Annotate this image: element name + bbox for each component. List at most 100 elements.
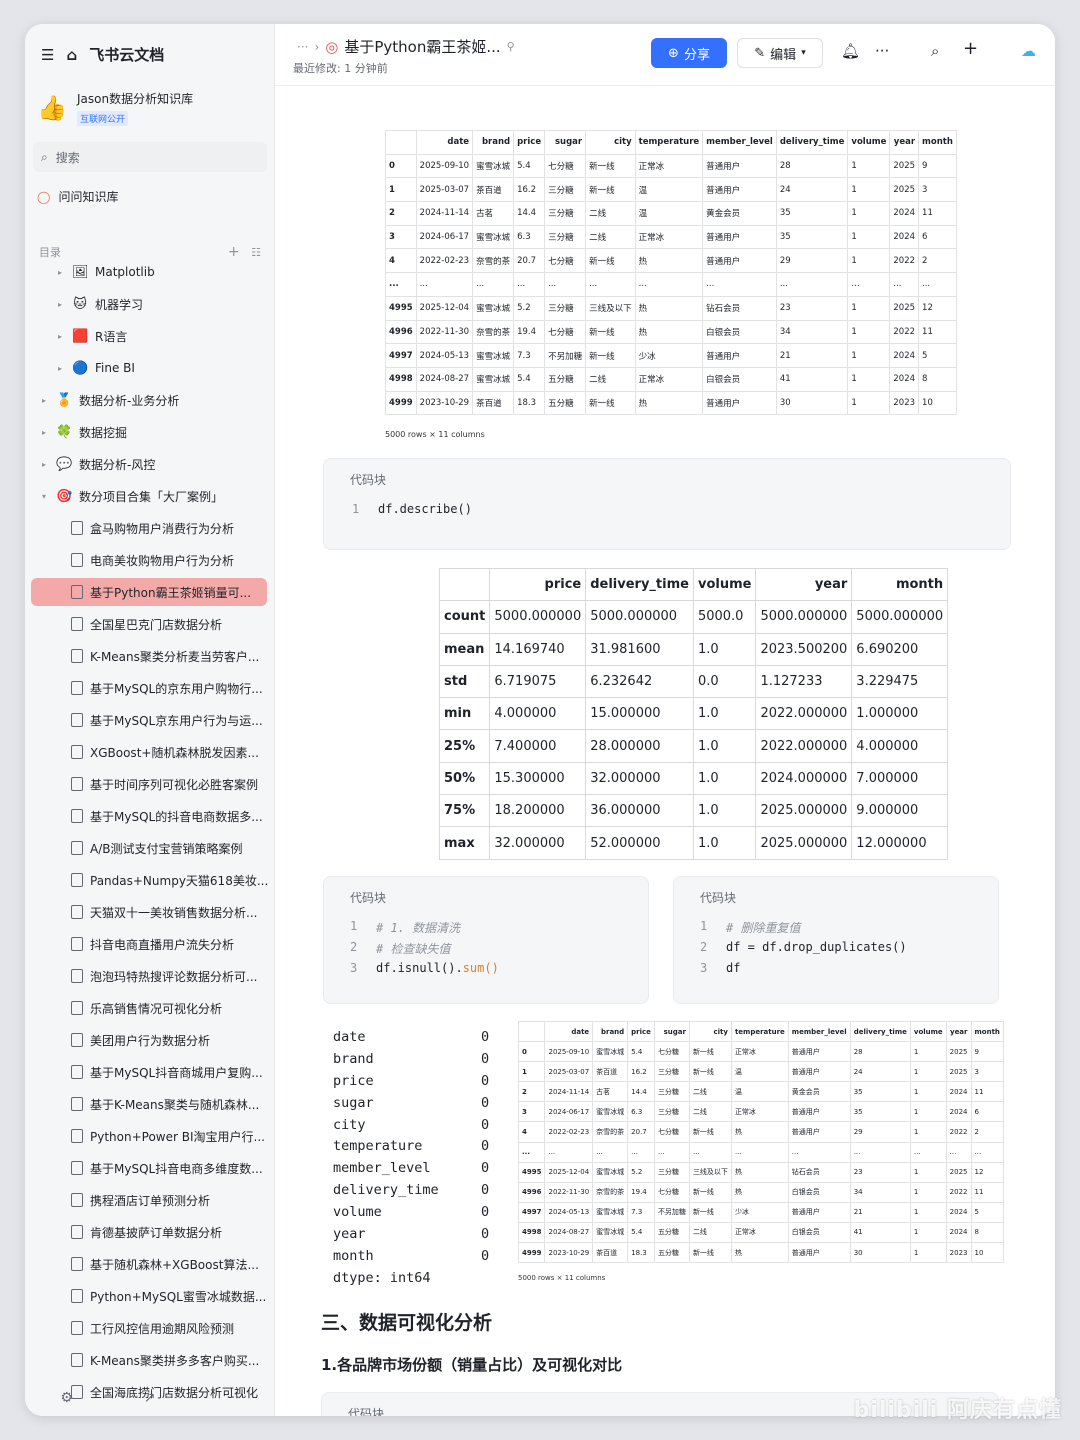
table-cell: 新一线 [688, 1242, 732, 1264]
table-cell: 3 [918, 177, 957, 203]
ask-knowledge-base[interactable]: ◯ 问问知识库 [37, 188, 118, 205]
sidebar-item[interactable]: 基于MySQL京东用户行为与运... [71, 706, 275, 734]
breadcrumb-more-icon[interactable]: ··· [297, 40, 308, 54]
sidebar-item[interactable]: XGBoost+随机森林脱发因素... [71, 738, 275, 766]
sidebar-item[interactable]: K-Means聚类拼多多客户购买... [71, 1346, 275, 1374]
table-cell: 普通用户 [702, 248, 777, 274]
table-cell: 古茗 [592, 1081, 629, 1103]
sidebar-item[interactable]: 基于Python霸王茶姬销量可... [31, 578, 267, 606]
sidebar-item[interactable]: ▸ 🖼 Matplotlib [55, 258, 275, 286]
sidebar-item[interactable]: ▸ 🍀 数据挖掘 [39, 418, 275, 446]
line-number: 3 [700, 961, 708, 975]
sidebar-item[interactable]: 基于时间序列可视化必胜客案例 [71, 770, 275, 798]
share-button[interactable]: ⊕ 分享 [651, 38, 727, 68]
edit-button[interactable]: ✎ 编辑 ▾ [737, 38, 823, 68]
sidebar-item[interactable]: 乐高销售情况可视化分析 [71, 994, 275, 1022]
sidebar-item[interactable]: 天猫双十一美妆销售数据分析... [71, 898, 275, 926]
table-row: 4999 2023-10-29 茶百道 18.3 五分糖 新一线热普通用户 30 1 2023 1… [517, 1242, 1004, 1264]
share-out-icon[interactable]: ↗ [144, 1390, 156, 1406]
settings-icon[interactable]: ⚙ [60, 1390, 73, 1406]
document-icon [71, 969, 83, 983]
table-header-row: date brand price sugar city temperature member… [517, 1020, 1004, 1043]
sidebar-item[interactable]: 基于MySQL的京东用户购物行... [71, 674, 275, 702]
doc-title[interactable]: 基于Python霸王茶姬... [344, 36, 500, 57]
table-cell: 温 [730, 1061, 789, 1083]
sidebar-item[interactable]: 基于MySQL抖音商城用户复购... [71, 1058, 275, 1086]
table-cell: 35 [775, 224, 849, 250]
globe-icon: ⊕ [668, 45, 679, 61]
collapsed-arrow-icon[interactable]: ▸ [39, 460, 49, 469]
table-cell: 14.169740 [489, 632, 587, 666]
table-cell: 白银会员 [702, 366, 777, 392]
sidebar-item[interactable]: ▸ 🏅 数据分析-业务分析 [39, 386, 275, 414]
cloud-icon[interactable]: ☁ [1021, 42, 1036, 60]
output-value: 0 [481, 1138, 490, 1155]
table-cell: 2024 [945, 1221, 972, 1244]
sidebar-item[interactable]: 基于随机森林+XGBoost算法... [71, 1250, 275, 1278]
table-cell: ... [702, 272, 777, 297]
sidebar-item[interactable]: ▸ 🟥 R语言 [55, 322, 275, 350]
expanded-arrow-icon[interactable]: ▾ [39, 492, 49, 501]
table-cell: 钻石会员 [787, 1161, 851, 1183]
sidebar-item[interactable]: 全国星巴克门店数据分析 [71, 610, 275, 638]
code-block-isnull[interactable]: 代码块 1 # 1. 数据清洗 2 # 检查缺失值 3 df.isnull().… [323, 876, 649, 1004]
collapsed-arrow-icon[interactable]: ▸ [55, 364, 65, 373]
code-block-dedupe[interactable]: 代码块 1 # 删除重复值 2 df = df.drop_duplicates(… [673, 876, 999, 1004]
column-header: sugar [653, 1020, 690, 1043]
sidebar-item[interactable]: Pandas+Numpy天猫618美妆... [71, 866, 275, 894]
sidebar-item[interactable]: 美团用户行为数据分析 [71, 1026, 275, 1054]
collapse-sidebar-icon[interactable]: ☰ [41, 46, 54, 64]
sidebar-item[interactable]: 肯德基披萨订单数据分析 [71, 1218, 275, 1246]
table-cell: 普通用户 [702, 177, 777, 203]
more-options-icon[interactable]: ··· [875, 42, 889, 60]
bell-icon[interactable]: 🔔︎ [841, 42, 860, 60]
table-row: std 6.719075 6.232642 0.0 1.127233 3.229475 [438, 664, 949, 699]
sidebar-item[interactable]: 抖音电商直播用户流失分析 [71, 930, 275, 958]
search-icon[interactable]: ⌕ [931, 42, 939, 60]
sidebar-item[interactable]: Python+Power BI淘宝用户行... [71, 1122, 275, 1150]
knowledge-base[interactable]: 👍 Jason数据分析知识库 互联网公开 [37, 90, 193, 126]
collapsed-arrow-icon[interactable]: ▸ [39, 396, 49, 405]
sidebar-item[interactable]: ▸ 💬 数据分析-风控 [39, 450, 275, 478]
table-cell: 35 [849, 1101, 911, 1123]
table-cell: 1 [847, 343, 891, 368]
sidebar-item[interactable]: ▸ 🔵 Fine BI [55, 354, 275, 382]
collapsed-arrow-icon[interactable]: ▸ [55, 268, 65, 277]
column-header: brand [592, 1020, 629, 1043]
table-cell: 11 [970, 1081, 1004, 1103]
more-icon[interactable]: ··· [226, 1390, 239, 1406]
rows-info: 5000 rows × 11 columns [385, 430, 485, 439]
sidebar-item[interactable]: 携程酒店订单预测分析 [71, 1186, 275, 1214]
plus-icon[interactable]: + [963, 38, 978, 59]
sidebar-item[interactable]: ▾ 🎯 数分项目合集「大厂案例」 [39, 482, 275, 510]
sidebar-item[interactable]: ▸ 🐱 机器学习 [55, 290, 275, 318]
table-cell: ... [585, 272, 636, 297]
sidebar-item[interactable]: 基于K-Means聚类与随机森林... [71, 1090, 275, 1118]
collapsed-arrow-icon[interactable]: ▸ [55, 300, 65, 309]
sidebar-item[interactable]: Python+MySQL蜜雪冰城数据... [71, 1282, 275, 1310]
table-cell: 15.000000 [585, 697, 694, 731]
collapsed-arrow-icon[interactable]: ▸ [39, 428, 49, 437]
code-block-describe[interactable]: 代码块 1 df.describe() [323, 458, 1011, 550]
table-cell: 不另加糖 [544, 343, 587, 368]
document-icon [71, 1193, 83, 1207]
sidebar-item[interactable]: 工行风控信用逾期风险预测 [71, 1314, 275, 1342]
sidebar-item[interactable]: 基于MySQL抖音电商多维度数... [71, 1154, 275, 1182]
sidebar-item[interactable]: 盒马购物用户消费行为分析 [71, 514, 275, 542]
column-header: sugar [544, 130, 587, 155]
sidebar-item[interactable]: 电商美妆购物用户行为分析 [71, 546, 275, 574]
code-line: 1 # 删除重复值 [700, 919, 800, 936]
sidebar-item[interactable]: A/B测试支付宝营销策略案例 [71, 834, 275, 862]
sidebar-item[interactable]: 基于MySQL的抖音电商数据多... [71, 802, 275, 830]
table-cell: 4998 [385, 366, 417, 392]
sidebar: ☰ ⌂ 飞书云文档 👍 Jason数据分析知识库 互联网公开 ⌕ 搜索 ◯ 问问… [25, 24, 275, 1416]
table-cell: 三分糖 [653, 1101, 690, 1123]
collapsed-arrow-icon[interactable]: ▸ [55, 332, 65, 341]
sidebar-item[interactable]: 泡泡玛特热搜评论数据分析可... [71, 962, 275, 990]
sidebar-search[interactable]: ⌕ 搜索 [33, 142, 267, 172]
output-line: price 0 [333, 1070, 489, 1092]
table-cell: 1 [909, 1242, 947, 1264]
sidebar-item[interactable]: K-Means聚类分析麦当劳客户... [71, 642, 275, 670]
home-icon[interactable]: ⌂ [66, 46, 77, 64]
pin-icon[interactable]: ⚲ [507, 40, 515, 53]
